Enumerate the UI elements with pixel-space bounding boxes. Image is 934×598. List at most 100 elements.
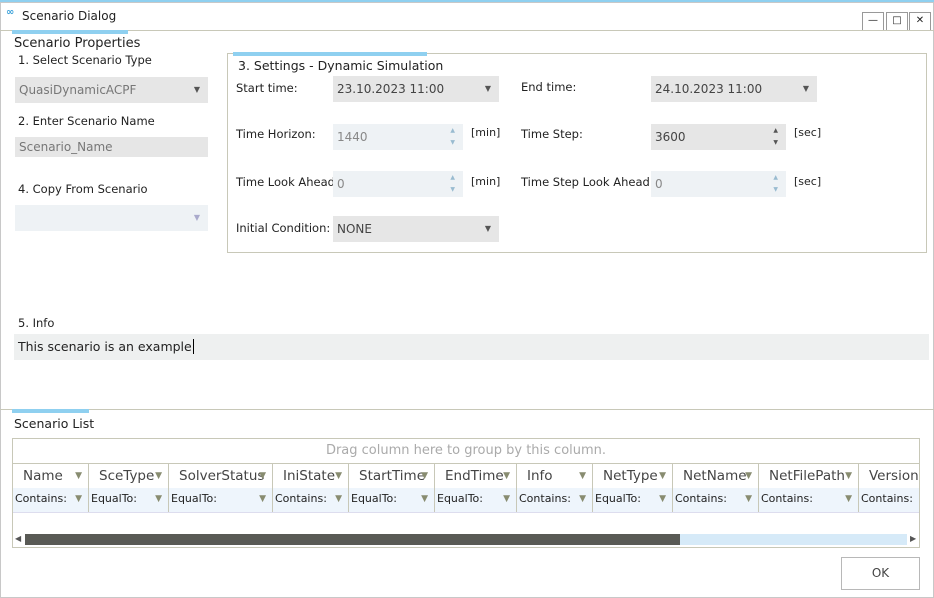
initial-condition-label: Initial Condition: [236,221,331,235]
filter-icon[interactable]: ▼ [421,464,428,488]
scrollbar-thumb[interactable] [25,534,680,545]
spin-up-icon[interactable]: ▲ [773,174,778,182]
filter-cell[interactable]: Contains: ▼ [517,488,593,512]
filter-icon[interactable]: ▼ [579,464,586,488]
select-type-label: 1. Select Scenario Type [18,53,152,67]
filter-operator: Contains: [15,492,67,505]
filter-icon[interactable]: ▼ [259,488,266,510]
filter-icon[interactable]: ▼ [75,488,82,510]
filter-operator: Contains: [519,492,571,505]
filter-icon[interactable]: ▼ [155,488,162,510]
filter-cell[interactable]: Contains: ▼ [673,488,759,512]
spin-up-icon[interactable]: ▲ [773,127,778,135]
copy-from-combo[interactable]: ▼ [15,205,208,231]
start-time-picker[interactable]: 23.10.2023 11:00 ▼ [333,76,499,102]
filter-icon[interactable]: ▼ [745,488,752,510]
properties-tab-indicator [12,30,128,34]
column-header-label: NetName [683,468,747,484]
end-time-picker[interactable]: 24.10.2023 11:00 ▼ [651,76,817,102]
column-header-netname[interactable]: NetName ▼ [673,464,759,488]
filter-icon[interactable]: ▼ [335,488,342,510]
info-label: 5. Info [18,316,55,330]
filter-icon[interactable]: ▼ [503,464,510,488]
lookahead-label: Time Look Ahead: [236,175,339,189]
lookahead-spinner[interactable]: 0 ▲ ▼ [333,171,463,197]
filter-cell[interactable]: EqualTo: ▼ [435,488,517,512]
filter-cell[interactable]: EqualTo: ▼ [89,488,169,512]
column-header-nettype[interactable]: NetType ▼ [593,464,673,488]
column-header-starttime[interactable]: StartTime ▼ [349,464,435,488]
minimize-button[interactable]: — [862,12,884,31]
filter-operator: EqualTo: [595,492,641,505]
info-input[interactable]: This scenario is an example [14,334,929,360]
step-spinner[interactable]: 3600 ▲ ▼ [651,124,786,150]
column-header-inistate[interactable]: IniState ▼ [273,464,349,488]
chevron-down-icon: ▼ [802,84,809,93]
filter-icon[interactable]: ▼ [259,464,266,488]
end-time-value: 24.10.2023 11:00 [655,82,763,96]
maximize-button[interactable]: □ [886,12,908,31]
text-cursor [192,339,194,354]
filter-cell[interactable]: Contains: ▼ [13,488,89,512]
filter-operator: Contains: [275,492,327,505]
column-header-solverstatus[interactable]: SolverStatus ▼ [169,464,273,488]
scenario-type-value: QuasiDynamicACPF [19,83,137,97]
title-separator [0,30,934,31]
step-value: 3600 [655,130,686,144]
column-header-label: StartTime [359,468,426,484]
filter-icon[interactable]: ▼ [503,488,510,510]
column-header-version[interactable]: Version [859,464,919,488]
spin-down-icon[interactable]: ▼ [773,186,778,194]
window-title: Scenario Dialog [22,9,117,23]
step-lookahead-spinner[interactable]: 0 ▲ ▼ [651,171,786,197]
filter-icon[interactable]: ▼ [659,464,666,488]
spin-down-icon[interactable]: ▼ [450,139,455,147]
filter-icon[interactable]: ▼ [75,464,82,488]
filter-icon[interactable]: ▼ [335,464,342,488]
scroll-right-icon[interactable]: ▶ [910,534,916,543]
column-header-endtime[interactable]: EndTime ▼ [435,464,517,488]
lookahead-unit: [min] [471,175,501,188]
step-unit: [sec] [794,126,822,139]
filter-icon[interactable]: ▼ [421,488,428,510]
filter-icon[interactable]: ▼ [845,464,852,488]
list-tab-indicator [12,409,89,413]
filter-icon[interactable]: ▼ [155,464,162,488]
column-header-name[interactable]: Name ▼ [13,464,89,488]
filter-cell[interactable]: Contains: ▼ [273,488,349,512]
group-panel[interactable]: Drag column here to group by this column… [13,439,919,463]
filter-icon[interactable]: ▼ [579,488,586,510]
column-header-netfilepath[interactable]: NetFilePath ▼ [759,464,859,488]
horizon-spinner[interactable]: 1440 ▲ ▼ [333,124,463,150]
filter-cell[interactable]: EqualTo: ▼ [593,488,673,512]
filter-cell[interactable]: EqualTo: ▼ [349,488,435,512]
spin-up-icon[interactable]: ▲ [450,174,455,182]
filter-cell[interactable]: EqualTo: ▼ [169,488,273,512]
column-header-info[interactable]: Info ▼ [517,464,593,488]
filter-operator: Contains: [761,492,813,505]
step-label: Time Step: [521,127,583,141]
spin-down-icon[interactable]: ▼ [773,139,778,147]
filter-icon[interactable]: ▼ [745,464,752,488]
column-header-scetype[interactable]: SceType ▼ [89,464,169,488]
scenario-type-combo[interactable]: QuasiDynamicACPF ▼ [15,77,208,103]
filter-operator: EqualTo: [437,492,483,505]
settings-tab-indicator [233,52,427,56]
close-button[interactable]: ✕ [909,12,931,31]
filter-operator: EqualTo: [91,492,137,505]
column-header-label: NetFilePath [769,468,845,484]
ok-button[interactable]: OK [841,557,920,590]
horizon-label: Time Horizon: [236,127,316,141]
filter-cell[interactable]: Contains: [859,488,919,512]
scroll-left-icon[interactable]: ◀ [15,534,21,543]
column-header-label: Info [527,468,553,484]
scenario-name-input[interactable]: Scenario_Name [15,137,208,157]
filter-icon[interactable]: ▼ [845,488,852,510]
filter-cell[interactable]: Contains: ▼ [759,488,859,512]
filter-icon[interactable]: ▼ [659,488,666,510]
chevron-down-icon: ▼ [193,213,200,222]
spin-down-icon[interactable]: ▼ [450,186,455,194]
initial-condition-combo[interactable]: NONE ▼ [333,216,499,242]
spin-up-icon[interactable]: ▲ [450,127,455,135]
column-header-label: SolverStatus [179,468,265,484]
